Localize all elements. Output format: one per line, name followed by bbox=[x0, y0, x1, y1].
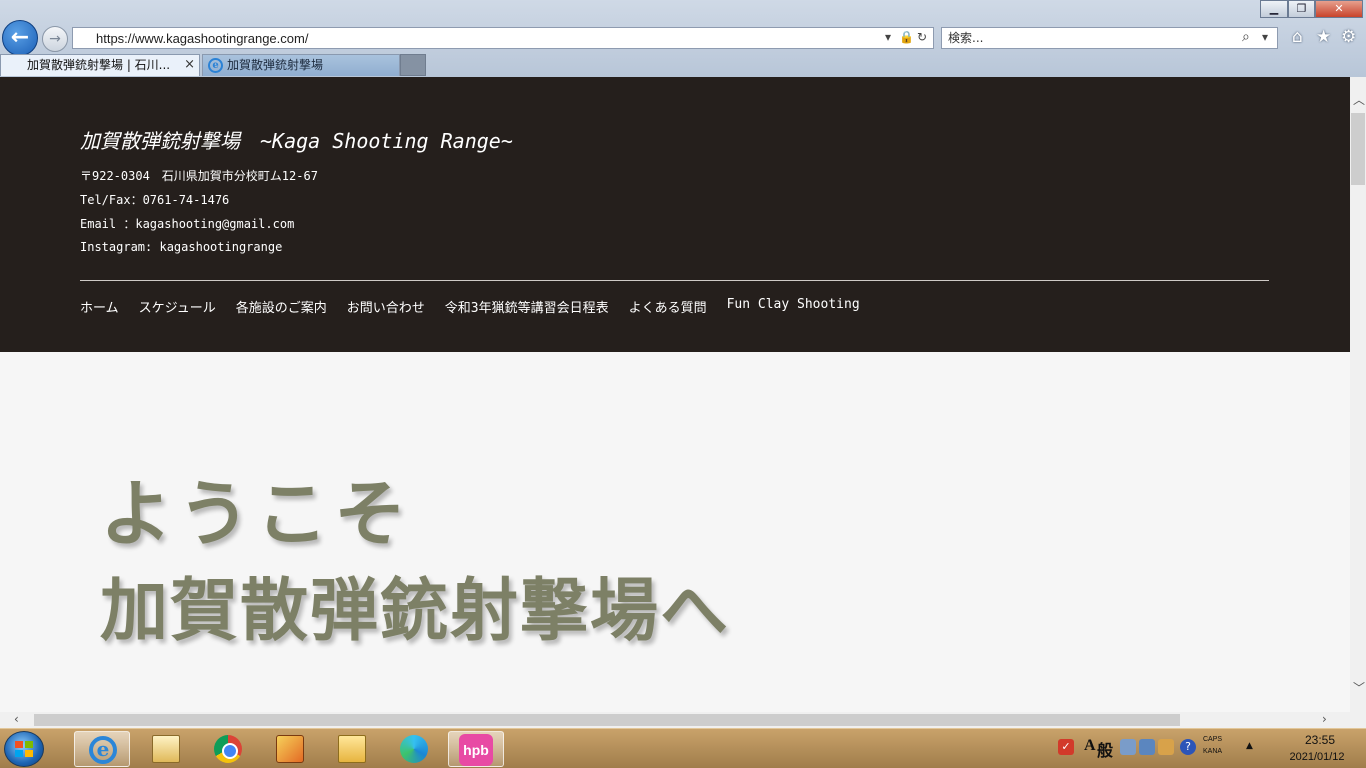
site-header: 加賀散弾銃射撃場 ~Kaga Shooting Range~ 〒922-0304… bbox=[0, 77, 1350, 352]
hpb-icon: hpb bbox=[459, 734, 493, 766]
search-box[interactable]: ⌕ ▾ bbox=[941, 27, 1278, 49]
close-icon[interactable]: × bbox=[184, 55, 195, 75]
tab-label: 加賀散弾銃射撃場 bbox=[227, 58, 324, 72]
kana-indicator: KANA bbox=[1203, 748, 1223, 755]
start-button[interactable] bbox=[4, 731, 44, 767]
home-icon[interactable]: ⌂ bbox=[1292, 27, 1303, 47]
lock-icon[interactable]: 🔒 bbox=[899, 30, 914, 44]
site-instagram: Instagram: kagashootingrange bbox=[80, 240, 283, 254]
clock-date[interactable]: 2021/01/12 bbox=[1272, 751, 1362, 763]
system-tray: ✓ A 般 ? CAPS KANA ▲ 23:55 2021/01/12 bbox=[1040, 729, 1366, 768]
tab-inactive[interactable]: e 加賀散弾銃射撃場 bbox=[202, 54, 400, 76]
star-icon[interactable]: ★ bbox=[1316, 27, 1331, 47]
browser-chrome: ← → https://www.kagashootingrange.com/ ▾… bbox=[0, 0, 1366, 77]
security-icon[interactable]: ✓ bbox=[1058, 739, 1074, 755]
photo-app-icon bbox=[276, 735, 304, 763]
nav-home[interactable]: ホーム bbox=[80, 297, 119, 316]
site-title[interactable]: 加賀散弾銃射撃場 ~Kaga Shooting Range~ bbox=[80, 125, 513, 154]
magnifier-icon[interactable]: ⌕ bbox=[1242, 29, 1250, 45]
chrome-icon bbox=[214, 735, 242, 763]
vertical-scroll-thumb[interactable] bbox=[1351, 113, 1365, 185]
dropdown-icon[interactable]: ▾ bbox=[885, 30, 891, 44]
edge-icon bbox=[400, 735, 428, 763]
horizontal-scroll-thumb[interactable] bbox=[34, 714, 1180, 726]
tab-strip: 加賀散弾銃射撃場 | 石川... × e 加賀散弾銃射撃場 bbox=[0, 54, 1366, 77]
ime-dictionary-icon[interactable] bbox=[1120, 739, 1136, 755]
search-dropdown-icon[interactable]: ▾ bbox=[1262, 30, 1268, 44]
scroll-down-icon[interactable]: ﹀ bbox=[1353, 679, 1365, 696]
close-button[interactable]: ✕ bbox=[1315, 0, 1363, 18]
taskbar-chrome[interactable] bbox=[200, 731, 256, 767]
taskbar-ie[interactable]: e bbox=[74, 731, 130, 767]
ime-tool-icon[interactable] bbox=[1139, 739, 1155, 755]
ime-pad-icon[interactable] bbox=[1158, 739, 1174, 755]
site-email: Email ：kagashooting@gmail.com bbox=[80, 217, 295, 231]
horizontal-scrollbar[interactable]: ‹ › bbox=[0, 712, 1350, 728]
tab-label: 加賀散弾銃射撃場 | 石川... bbox=[27, 58, 171, 72]
caps-indicator: CAPS bbox=[1203, 736, 1223, 743]
new-tab-button[interactable] bbox=[400, 54, 426, 76]
ie-icon: e bbox=[89, 736, 117, 764]
help-icon[interactable]: ? bbox=[1180, 739, 1196, 755]
nav-faq[interactable]: よくある質問 bbox=[629, 297, 707, 316]
site-tel: Tel/Fax：0761-74-1476 bbox=[80, 193, 230, 207]
forward-arrow-icon[interactable]: → bbox=[42, 26, 68, 52]
nav-schedule[interactable]: スケジュール bbox=[139, 297, 216, 316]
taskbar-explorer[interactable] bbox=[324, 731, 380, 767]
site-nav: ホーム スケジュール 各施設のご案内 お問い合わせ 令和3年猟銃等講習会日程表 … bbox=[80, 297, 860, 316]
maximize-button[interactable]: ❐ bbox=[1288, 0, 1315, 18]
vertical-scrollbar[interactable]: ︿ ﹀ bbox=[1350, 77, 1366, 712]
nav-facilities[interactable]: 各施設のご案内 bbox=[236, 297, 327, 316]
page-viewport: 加賀散弾銃射撃場 ~Kaga Shooting Range~ 〒922-0304… bbox=[0, 77, 1350, 712]
taskbar: e hpb ✓ A 般 ? CAPS KANA ▲ 23:55 2021/01/… bbox=[0, 728, 1366, 768]
chevron-up-icon[interactable]: ▲ bbox=[1246, 741, 1253, 751]
taskbar-mail[interactable] bbox=[138, 731, 194, 767]
mail-icon bbox=[152, 735, 180, 763]
windows-logo-icon bbox=[15, 741, 33, 757]
ime-kanji-icon[interactable]: 般 bbox=[1097, 737, 1113, 761]
site-address: 〒922-0304 石川県加賀市分校町ム12-67 bbox=[80, 169, 318, 183]
hero-line-name: 加賀散弾銃射撃場へ bbox=[100, 572, 731, 651]
back-arrow-icon[interactable]: ← bbox=[2, 20, 38, 56]
gear-icon[interactable]: ⚙ bbox=[1341, 27, 1356, 47]
folder-icon bbox=[338, 735, 366, 763]
address-bar[interactable]: https://www.kagashootingrange.com/ ▾ 🔒 ↻ bbox=[72, 27, 934, 49]
tab-active[interactable]: 加賀散弾銃射撃場 | 石川... × bbox=[0, 54, 200, 76]
search-input[interactable] bbox=[948, 30, 1228, 46]
ie-favicon-icon: e bbox=[208, 58, 223, 73]
hero-line-welcome: ようこそ bbox=[100, 472, 413, 556]
scroll-left-icon[interactable]: ‹ bbox=[14, 712, 19, 726]
scroll-up-icon[interactable]: ︿ bbox=[1353, 91, 1365, 108]
nav-fun-clay[interactable]: Fun Clay Shooting bbox=[727, 297, 860, 316]
taskbar-photo[interactable] bbox=[262, 731, 318, 767]
scroll-corner bbox=[1350, 712, 1366, 728]
address-url[interactable]: https://www.kagashootingrange.com/ bbox=[96, 31, 308, 46]
clock-time[interactable]: 23:55 bbox=[1292, 733, 1348, 747]
ime-mode-icon[interactable]: A bbox=[1084, 737, 1096, 755]
header-divider bbox=[80, 280, 1269, 281]
nav-course-schedule[interactable]: 令和3年猟銃等講習会日程表 bbox=[445, 297, 609, 316]
taskbar-hpb[interactable]: hpb bbox=[448, 731, 504, 767]
refresh-icon[interactable]: ↻ bbox=[917, 30, 927, 44]
nav-contact[interactable]: お問い合わせ bbox=[347, 297, 425, 316]
minimize-button[interactable]: ▁ bbox=[1260, 0, 1288, 18]
scroll-right-icon[interactable]: › bbox=[1322, 712, 1327, 726]
taskbar-edge[interactable] bbox=[386, 731, 442, 767]
